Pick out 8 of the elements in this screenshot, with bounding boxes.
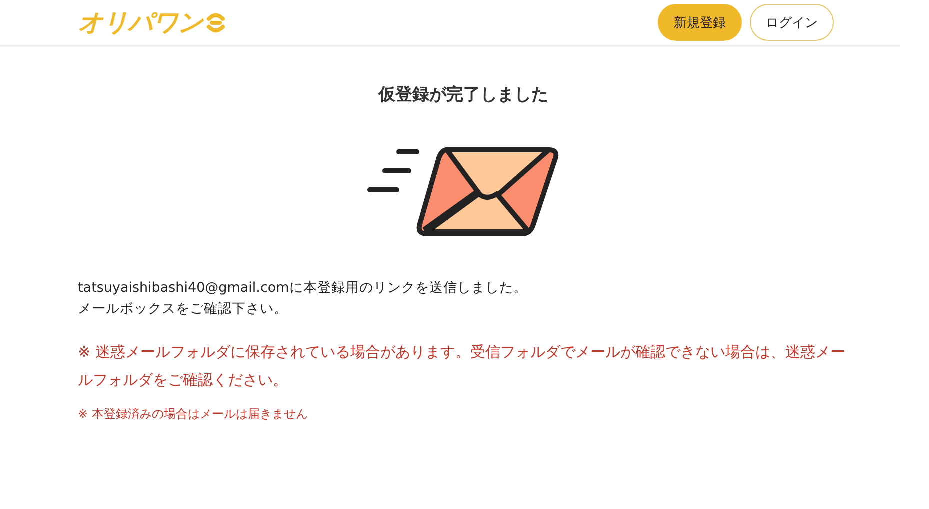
swirl-icon <box>206 12 226 34</box>
register-button[interactable]: 新規登録 <box>658 4 742 41</box>
login-button[interactable]: ログイン <box>750 4 834 41</box>
message-text: メールボックスをご確認下さい。 <box>78 300 288 319</box>
note-text: ※ 本登録済みの場合はメールは届きません <box>78 406 308 423</box>
message-text: tatsuyaishibashi40@gmail.comに本登録用のリンクを送信しました。 <box>78 279 528 298</box>
page-title: 仮登録が完了しました <box>377 84 550 106</box>
warning-text: ※ 迷惑メールフォルダに保存されている場合があります。受信フォルダでメールが確認できない場合は、迷惑メールフォルダをご確認ください。 <box>78 342 846 391</box>
